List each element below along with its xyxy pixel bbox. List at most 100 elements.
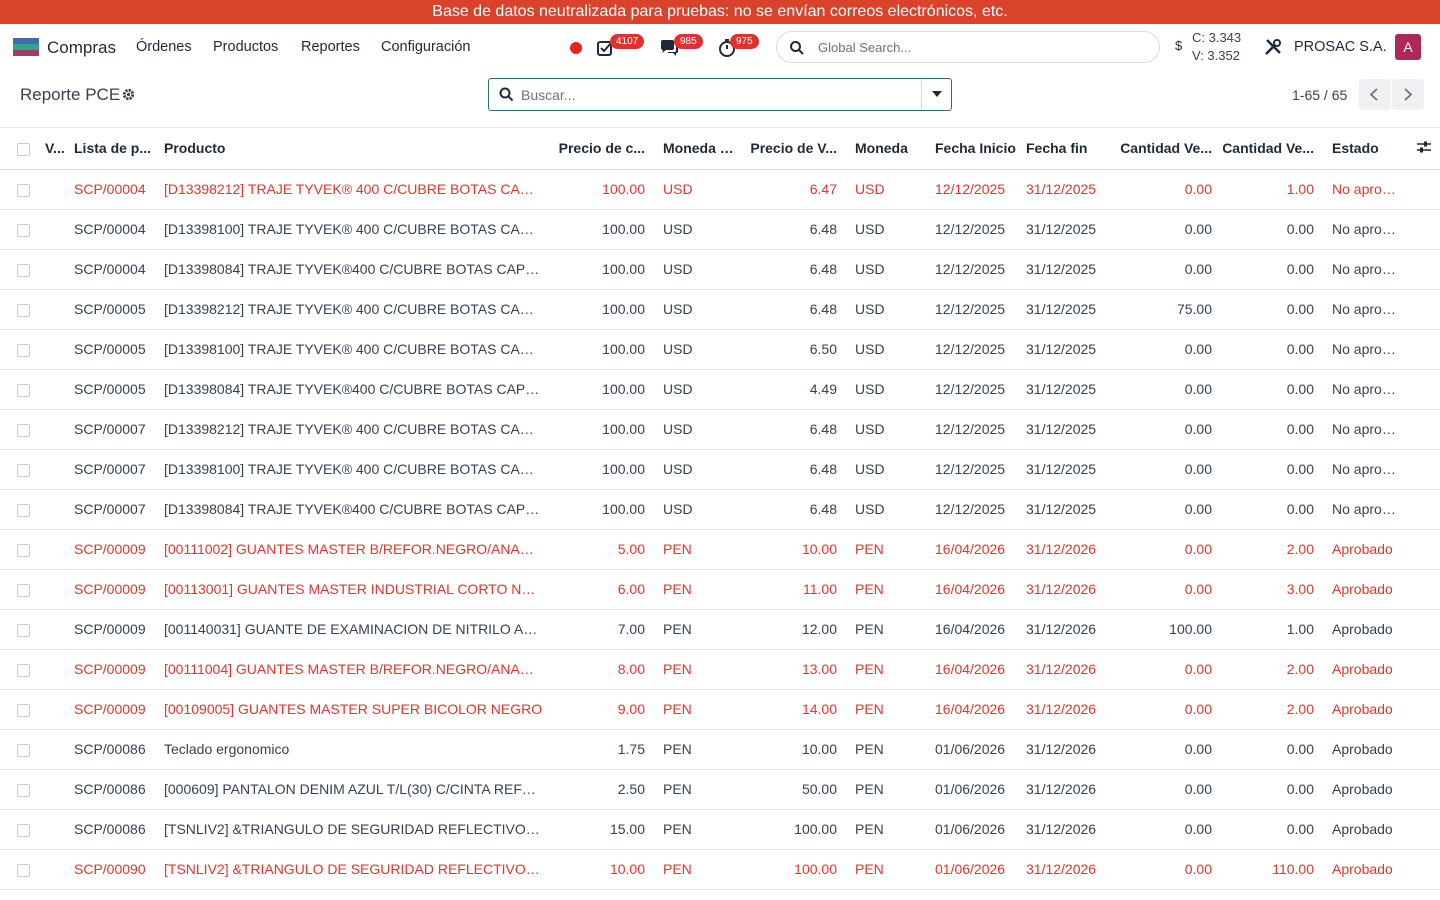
table-row[interactable]: SCP/00007 [D13398100] TRAJE TYVEK® 400 C/…: [0, 449, 1440, 490]
debug-tools-icon[interactable]: [1264, 38, 1282, 56]
caret-down-icon: [932, 91, 942, 97]
row-checkbox[interactable]: [0, 369, 45, 410]
table-row[interactable]: SCP/00005 [D13398100] TRAJE TYVEK® 400 C/…: [0, 329, 1440, 370]
column-header-moneda[interactable]: Moneda: [845, 128, 935, 170]
search-options-toggle[interactable]: [921, 79, 951, 110]
column-header-producto[interactable]: Producto: [164, 128, 551, 170]
row-checkbox[interactable]: [0, 569, 45, 610]
row-checkbox[interactable]: [0, 169, 45, 210]
recording-indicator-icon[interactable]: [570, 42, 582, 54]
cell-v: [45, 849, 74, 890]
column-header-precio-compra[interactable]: Precio de c...: [551, 128, 653, 170]
column-header-estado[interactable]: Estado: [1322, 128, 1407, 170]
row-checkbox[interactable]: [0, 649, 45, 690]
table-row[interactable]: SCP/00009 [00113001] GUANTES MASTER INDUS…: [0, 569, 1440, 610]
column-header-fecha-inicio[interactable]: Fecha Inicio: [935, 128, 1026, 170]
company-switcher[interactable]: PROSAC S.A.: [1294, 39, 1387, 55]
row-checkbox[interactable]: [0, 529, 45, 570]
cell-precio-venta: 6.50: [743, 329, 845, 370]
row-checkbox[interactable]: [0, 489, 45, 530]
cell-fecha-fin: 31/12/2026: [1026, 529, 1118, 570]
row-checkbox[interactable]: [0, 689, 45, 730]
row-checkbox[interactable]: [0, 249, 45, 290]
row-checkbox[interactable]: [0, 209, 45, 250]
row-checkbox[interactable]: [0, 769, 45, 810]
cell-precio-venta: 100.00: [743, 849, 845, 890]
row-checkbox[interactable]: [0, 609, 45, 650]
cell-estado: Aprobado: [1322, 769, 1407, 810]
cell-cantidad-venta-2: 2.00: [1220, 529, 1322, 570]
cell-precio-venta: 11.00: [743, 569, 845, 610]
global-search-box[interactable]: [776, 31, 1160, 63]
cell-estado: Aprobado: [1322, 609, 1407, 650]
cell-precio-compra: 7.00: [551, 609, 653, 650]
table-row[interactable]: SCP/00086 Teclado ergonomico 1.75 PEN 10.00 P…: [0, 729, 1440, 770]
search-input[interactable]: [521, 85, 901, 105]
cell-v: [45, 769, 74, 810]
table-row[interactable]: SCP/00004 [D13398100] TRAJE TYVEK® 400 C/…: [0, 209, 1440, 250]
cell-lista: SCP/00007: [74, 489, 164, 530]
column-header-v[interactable]: V...: [45, 128, 74, 170]
user-avatar[interactable]: A: [1395, 34, 1421, 60]
row-checkbox[interactable]: [0, 449, 45, 490]
column-header-lista[interactable]: Lista de p...: [74, 128, 164, 170]
select-all-checkbox[interactable]: [0, 128, 45, 170]
table-row[interactable]: SCP/00005 [D13398212] TRAJE TYVEK® 400 C/…: [0, 289, 1440, 330]
column-header-moneda-compra[interactable]: Moneda d...: [653, 128, 743, 170]
cell-cantidad-venta-1: 0.00: [1118, 409, 1220, 450]
menu-reportes[interactable]: Reportes: [301, 39, 360, 55]
cell-precio-compra: 15.00: [551, 809, 653, 850]
cell-cantidad-venta-2: 0.00: [1220, 369, 1322, 410]
search-box[interactable]: [488, 78, 952, 111]
optional-columns-toggle[interactable]: [1407, 128, 1440, 170]
row-checkbox[interactable]: [0, 809, 45, 850]
cell-lista: SCP/00086: [74, 809, 164, 850]
cell-precio-compra: 100.00: [551, 449, 653, 490]
column-header-fecha-fin[interactable]: Fecha fin: [1026, 128, 1118, 170]
cell-spacer: [1407, 729, 1440, 770]
table-row[interactable]: SCP/00005 [D13398084] TRAJE TYVEK®400 C/C…: [0, 369, 1440, 410]
table-row[interactable]: SCP/00090 [TSNLIV2] &TRIANGULO DE SEGURID…: [0, 849, 1440, 890]
global-search-input[interactable]: [818, 37, 1148, 57]
purchase-app-icon[interactable]: [13, 38, 39, 56]
table-row[interactable]: SCP/00009 [00109005] GUANTES MASTER SUPER…: [0, 689, 1440, 730]
column-header-precio-venta[interactable]: Precio de V...: [743, 128, 845, 170]
cell-producto: Teclado ergonomico: [164, 729, 551, 770]
cell-moneda: PEN: [845, 769, 935, 810]
row-checkbox[interactable]: [0, 289, 45, 330]
table-row[interactable]: SCP/00007 [D13398212] TRAJE TYVEK® 400 C/…: [0, 409, 1440, 450]
row-checkbox[interactable]: [0, 729, 45, 770]
column-header-cantidad-venta-1[interactable]: Cantidad Ve...: [1118, 128, 1220, 170]
table-row[interactable]: SCP/00007 [D13398084] TRAJE TYVEK®400 C/C…: [0, 489, 1440, 530]
pager-next-button[interactable]: [1392, 79, 1424, 110]
menu-configuracion[interactable]: Configuración: [381, 39, 470, 55]
exchange-rate-venta: V: 3.352: [1192, 48, 1240, 63]
cell-precio-compra: 100.00: [551, 289, 653, 330]
column-header-cantidad-venta-2[interactable]: Cantidad Ve...: [1220, 128, 1322, 170]
row-checkbox[interactable]: [0, 329, 45, 370]
cell-producto: [D13398212] TRAJE TYVEK® 400 C/CUBRE BOT…: [164, 289, 551, 330]
gear-icon[interactable]: [122, 88, 135, 101]
table-row[interactable]: SCP/00004 [D13398212] TRAJE TYVEK® 400 C/…: [0, 169, 1440, 210]
table-row[interactable]: SCP/00009 [00111002] GUANTES MASTER B/REF…: [0, 529, 1440, 570]
table-row[interactable]: SCP/00086 [000609] PANTALON DENIM AZUL T/…: [0, 769, 1440, 810]
menu-ordenes[interactable]: Órdenes: [136, 39, 192, 55]
cell-fecha-inicio: 16/04/2026: [935, 569, 1026, 610]
cell-fecha-fin: 31/12/2025: [1026, 329, 1118, 370]
table-row[interactable]: SCP/00004 [D13398084] TRAJE TYVEK®400 C/C…: [0, 249, 1440, 290]
table-row[interactable]: SCP/00009 [00111004] GUANTES MASTER B/REF…: [0, 649, 1440, 690]
pager-value[interactable]: 1-65 / 65: [1292, 87, 1347, 103]
table-row[interactable]: SCP/00009 [001140031] GUANTE DE EXAMINACI…: [0, 609, 1440, 650]
menu-productos[interactable]: Productos: [213, 39, 278, 55]
cell-fecha-fin: 31/12/2025: [1026, 169, 1118, 210]
cell-precio-venta: 10.00: [743, 729, 845, 770]
cell-estado: No aprobado: [1322, 369, 1407, 410]
row-checkbox[interactable]: [0, 849, 45, 890]
row-checkbox[interactable]: [0, 409, 45, 450]
pager-previous-button[interactable]: [1359, 79, 1391, 110]
cell-lista: SCP/00005: [74, 289, 164, 330]
app-name[interactable]: Compras: [47, 38, 116, 58]
cell-fecha-inicio: 16/04/2026: [935, 529, 1026, 570]
cell-spacer: [1407, 489, 1440, 530]
table-row[interactable]: SCP/00086 [TSNLIV2] &TRIANGULO DE SEGURID…: [0, 809, 1440, 850]
